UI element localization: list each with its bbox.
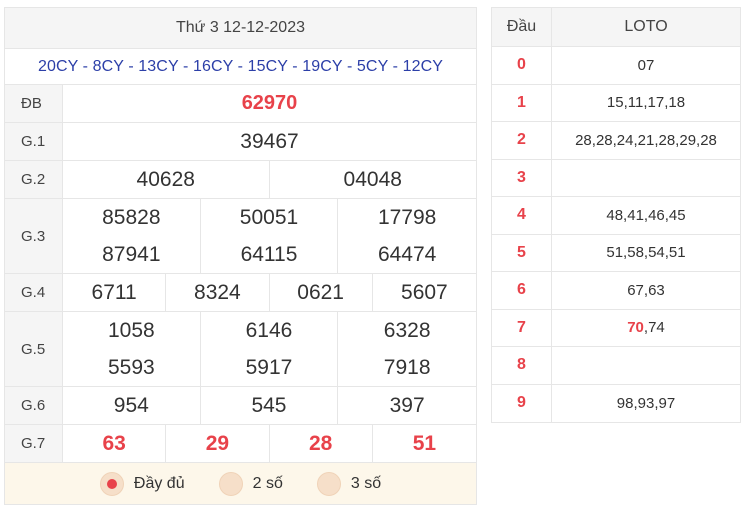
loto-header: Đầu LOTO xyxy=(492,8,740,47)
loto-head-digit: 0 xyxy=(492,47,552,84)
loto-row: 4 48,41,46,45 xyxy=(492,197,740,235)
prize-label: G.2 xyxy=(5,161,63,198)
filter-option-full[interactable]: Đầy đủ xyxy=(99,471,185,496)
filter-option-2-digits[interactable]: 2 số xyxy=(218,471,283,496)
digit-filter-controls: Đầy đủ 2 số 3 số xyxy=(5,463,476,504)
prize-value-g7: 63 xyxy=(63,425,167,462)
loto-head-digit: 9 xyxy=(492,384,552,422)
loto-row: 9 98,93,97 xyxy=(492,384,740,422)
radio-selected-icon[interactable] xyxy=(99,471,124,496)
prize-value: 954 xyxy=(63,387,201,424)
loto-table: Đầu LOTO 0 07 1 15,11,17,18 2 28,28,24,2… xyxy=(491,7,741,423)
prize-value-g7: 28 xyxy=(270,425,373,462)
prize-value-db: 62970 xyxy=(241,92,298,114)
filter-option-3-digits[interactable]: 3 số xyxy=(316,471,382,496)
prize-value-g7: 29 xyxy=(166,425,270,462)
filter-option-label: Đầy đủ xyxy=(133,474,185,492)
prize-label: G.4 xyxy=(5,274,63,311)
prize-value: 397 xyxy=(389,393,425,417)
prize-row-g3: G.3 85828 50051 17798 87941 64115 64474 xyxy=(5,199,476,274)
loto-values: 98,93,97 xyxy=(616,394,676,412)
prize-value: 85828 xyxy=(63,199,201,236)
filter-option-label: 2 số xyxy=(252,474,283,492)
loto-row: 2 28,28,24,21,28,29,28 xyxy=(492,122,740,160)
loto-row: 1 15,11,17,18 xyxy=(492,84,740,122)
loto-header-loto: LOTO xyxy=(624,18,668,35)
loto-row: 6 67,63 xyxy=(492,272,740,310)
loto-head-digit: 3 xyxy=(492,159,552,196)
prize-row-g2: G.2 40628 04048 xyxy=(5,161,476,199)
prize-value: 6146 xyxy=(201,312,339,349)
loto-values: 15,11,17,18 xyxy=(606,94,686,112)
prize-row-g4: G.4 6711 8324 0621 5607 xyxy=(5,274,476,312)
prize-value: 50051 xyxy=(201,199,339,236)
loto-header-dau: Đầu xyxy=(492,8,552,46)
loto-head-digit: 7 xyxy=(492,309,552,346)
prize-value: 1058 xyxy=(63,312,201,349)
prize-label: G.1 xyxy=(5,123,63,160)
prize-label: ĐB xyxy=(5,85,63,122)
prize-value: 04048 xyxy=(343,167,402,191)
prize-row-g1: G.1 39467 xyxy=(5,123,476,161)
loto-values: 48,41,46,45 xyxy=(606,206,686,224)
prize-row-db: ĐB 62970 xyxy=(5,85,476,123)
prize-value: 87941 xyxy=(63,236,201,273)
prize-value: 5607 xyxy=(401,280,448,304)
loto-row: 8 xyxy=(492,347,740,385)
loto-values: 28,28,24,21,28,29,28 xyxy=(575,131,717,149)
loto-row: 5 51,58,54,51 xyxy=(492,234,740,272)
loto-row: 0 07 xyxy=(492,47,740,85)
loto-values xyxy=(552,160,740,197)
loto-values xyxy=(552,347,740,384)
prize-value: 64474 xyxy=(377,242,437,266)
loto-head-digit: 8 xyxy=(492,347,552,384)
prize-row-g7: G.7 63 29 28 51 xyxy=(5,425,476,463)
loto-highlight: 70 xyxy=(627,319,644,337)
prize-value: 17798 xyxy=(377,205,437,229)
prize-row-g5: G.5 1058 6146 6328 5593 5917 7918 xyxy=(5,312,476,387)
prize-label: G.6 xyxy=(5,387,63,424)
prize-value-g7: 51 xyxy=(412,431,437,455)
radio-icon[interactable] xyxy=(316,471,341,496)
prize-value: 0621 xyxy=(270,274,373,311)
loto-head-digit: 4 xyxy=(492,197,552,234)
prize-value: 8324 xyxy=(166,274,270,311)
loto-values: 70,74 xyxy=(627,319,665,337)
loto-row: 3 xyxy=(492,159,740,197)
results-table: Thứ 3 12-12-2023 20CY - 8CY - 13CY - 16C… xyxy=(4,7,477,505)
filter-option-label: 3 số xyxy=(350,474,382,492)
prize-value: 64115 xyxy=(201,236,339,273)
prize-label: G.5 xyxy=(5,312,63,386)
prize-value: 40628 xyxy=(63,161,270,198)
loto-head-digit: 2 xyxy=(492,122,552,159)
loto-head-digit: 5 xyxy=(492,234,552,271)
loto-row: 7 70,74 xyxy=(492,309,740,347)
prize-label: G.3 xyxy=(5,199,63,273)
results-codes: 20CY - 8CY - 13CY - 16CY - 15CY - 19CY -… xyxy=(5,49,476,85)
prize-label: G.7 xyxy=(5,425,63,462)
loto-values: 67,63 xyxy=(627,281,665,299)
prize-value: 39467 xyxy=(240,129,299,153)
prize-value: 7918 xyxy=(383,355,431,379)
prize-value: 6711 xyxy=(63,274,167,311)
prize-value: 545 xyxy=(201,387,339,424)
prize-value: 5917 xyxy=(201,349,339,386)
prize-value: 6328 xyxy=(383,318,431,342)
results-date-title: Thứ 3 12-12-2023 xyxy=(5,8,476,49)
prize-row-g6: G.6 954 545 397 xyxy=(5,387,476,425)
prize-value: 5593 xyxy=(63,349,201,386)
loto-values: 51,58,54,51 xyxy=(606,244,686,262)
loto-values: 07 xyxy=(637,56,655,74)
loto-head-digit: 1 xyxy=(492,84,552,121)
radio-icon[interactable] xyxy=(218,471,243,496)
loto-head-digit: 6 xyxy=(492,272,552,309)
